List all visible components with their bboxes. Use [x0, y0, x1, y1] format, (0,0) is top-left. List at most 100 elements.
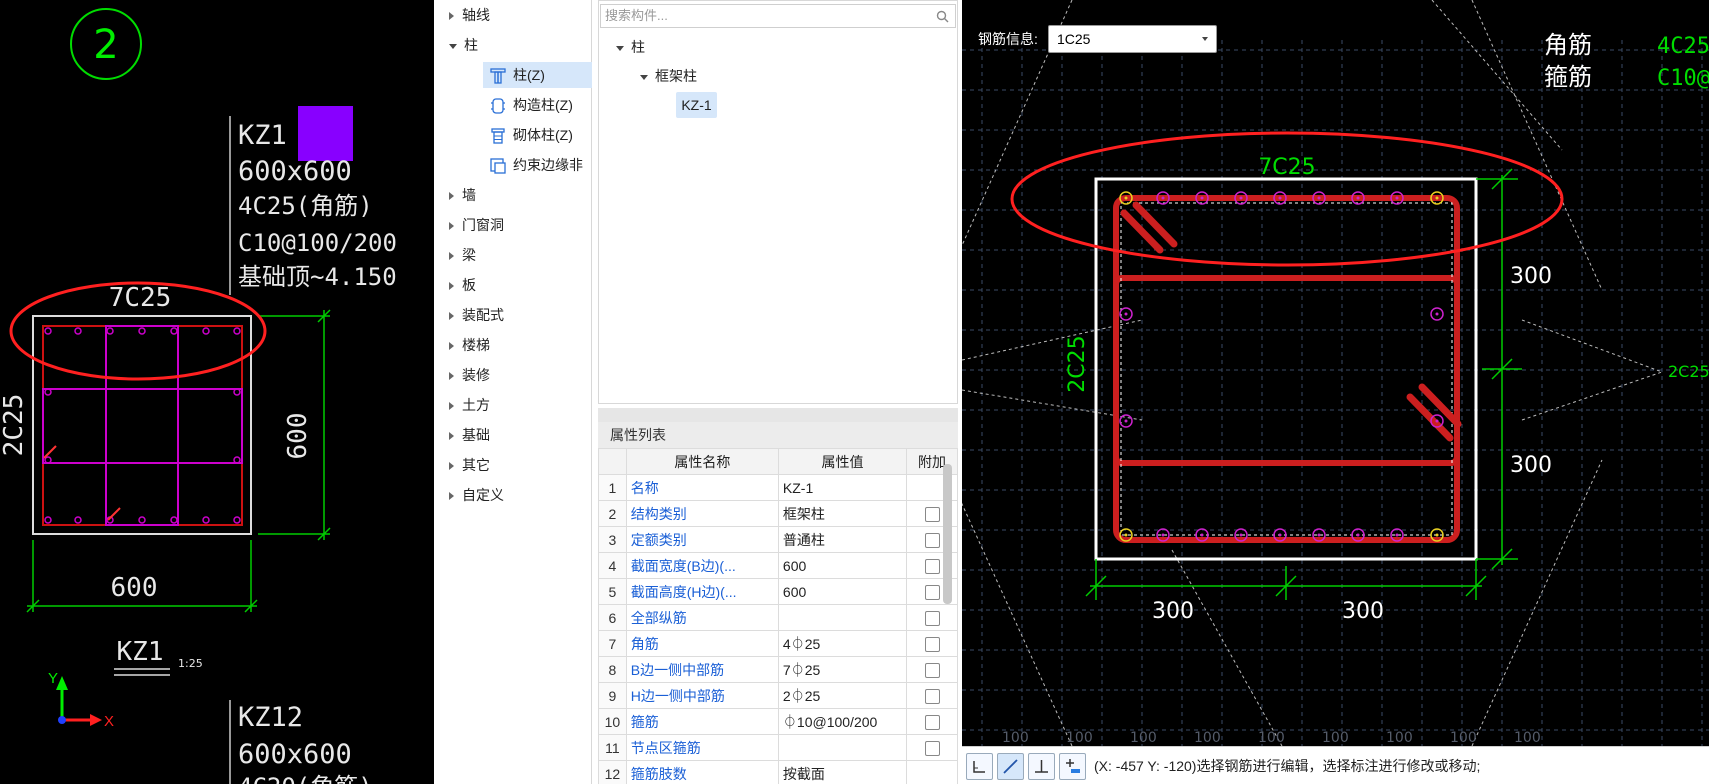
expand-icon[interactable]: [449, 282, 454, 291]
property-value[interactable]: 按截面: [777, 760, 908, 784]
nav-item-2[interactable]: 墙: [449, 184, 476, 206]
property-value[interactable]: 600: [777, 552, 908, 579]
extra-checkbox[interactable]: [924, 558, 940, 574]
property-value[interactable]: 框架柱: [777, 500, 908, 527]
property-row[interactable]: 1 名称 KZ-1: [598, 474, 958, 501]
expand-icon[interactable]: [449, 462, 454, 471]
property-value[interactable]: ⏀10@100/200: [777, 708, 908, 735]
nav-sub-item-1[interactable]: 构造柱(Z): [483, 92, 573, 118]
legend-stirrup-value: C10@: [1657, 66, 1709, 91]
row-number: 6: [598, 604, 627, 631]
nav-sub-item-0[interactable]: 柱(Z): [483, 62, 592, 88]
property-value[interactable]: [777, 604, 908, 631]
nav-item-7[interactable]: 楼梯: [449, 334, 490, 356]
extra-cell: [906, 656, 958, 683]
extra-checkbox[interactable]: [924, 584, 940, 600]
nav-item-9[interactable]: 土方: [449, 394, 490, 416]
status-text: (X: -457 Y: -120)选择钢筋进行编辑，选择标注进行修改或移动;: [1094, 758, 1481, 774]
property-value[interactable]: 4⏀25: [777, 630, 908, 657]
property-row[interactable]: 10 箍筋 ⏀10@100/200: [598, 708, 958, 735]
property-value[interactable]: 2⏀25: [777, 682, 908, 709]
extra-checkbox[interactable]: [924, 740, 940, 756]
property-row[interactable]: 3 定额类别 普通柱: [598, 526, 958, 553]
cad-top-label: 7C25: [109, 283, 172, 313]
add-dimension-button[interactable]: [1059, 753, 1086, 780]
rebar-center: [1124, 196, 1128, 200]
cad-rebar-dot: [202, 327, 210, 335]
property-row[interactable]: 11 节点区箍筋: [598, 734, 958, 761]
rebar-canvas: 300 300 300 300 7C25 2C25 2C25 角筋 箍筋 4C2…: [962, 0, 1709, 746]
expand-icon[interactable]: [449, 192, 454, 201]
nav-item-4[interactable]: 梁: [449, 244, 476, 266]
nav-item-10[interactable]: 基础: [449, 424, 490, 446]
kz12-size: 600x600: [238, 739, 352, 770]
rebar-center: [1278, 196, 1282, 200]
property-value[interactable]: KZ-1: [777, 474, 908, 501]
extra-checkbox[interactable]: [924, 714, 940, 730]
orthogonal-tool-button[interactable]: [966, 753, 993, 780]
expand-icon[interactable]: [449, 402, 454, 411]
cad-rebar-dot: [44, 516, 52, 524]
tree-node-column-label: 柱: [631, 39, 645, 55]
extra-checkbox[interactable]: [924, 506, 940, 522]
search-icon[interactable]: [936, 10, 949, 23]
property-row[interactable]: 12 箍筋肢数 按截面: [598, 760, 958, 784]
expand-icon[interactable]: [449, 492, 454, 501]
nav-item-8[interactable]: 装修: [449, 364, 490, 386]
nav-sub-item-2[interactable]: 砌体柱(Z): [483, 122, 573, 148]
tree-node-frame-column[interactable]: 框架柱: [640, 66, 697, 86]
property-row[interactable]: 7 角筋 4⏀25: [598, 630, 958, 657]
panel-splitter[interactable]: [598, 408, 958, 422]
expand-icon[interactable]: [449, 252, 454, 261]
nav-item-5[interactable]: 板: [449, 274, 476, 296]
cad-drawing-panel[interactable]: 2 KZ1 600x600 4C25(角筋) C10@100/200 基础顶~4…: [0, 0, 434, 784]
rebar-info-value: 1C25: [1057, 31, 1091, 47]
nav-item-1[interactable]: 柱: [449, 34, 478, 56]
tree-item-kz-1[interactable]: KZ-1: [676, 92, 717, 118]
expand-icon[interactable]: [449, 312, 454, 321]
extra-checkbox[interactable]: [924, 688, 940, 704]
property-row[interactable]: 6 全部纵筋: [598, 604, 958, 631]
property-row[interactable]: 2 结构类别 框架柱: [598, 500, 958, 527]
perpendicular-tool-button[interactable]: [1028, 753, 1055, 780]
property-row[interactable]: 5 截面高度(H边)(... 600: [598, 578, 958, 605]
rebar-center: [1278, 533, 1282, 537]
property-value[interactable]: 7⏀25: [777, 656, 908, 683]
property-row[interactable]: 8 B边一侧中部筋 7⏀25: [598, 656, 958, 683]
property-scrollbar[interactable]: [943, 464, 952, 604]
rebar-center: [1161, 196, 1165, 200]
extra-checkbox[interactable]: [924, 662, 940, 678]
nav-item-6[interactable]: 装配式: [449, 304, 504, 326]
rebar-edit-view[interactable]: 300 300 300 300 7C25 2C25 2C25 角筋 箍筋 4C2…: [962, 0, 1709, 746]
cad-rebar-dot: [106, 327, 114, 335]
nav-sub-item-3[interactable]: 约束边缘非: [483, 152, 583, 178]
property-value[interactable]: 普通柱: [777, 526, 908, 553]
tree-node-column[interactable]: 柱: [616, 37, 645, 57]
expand-icon[interactable]: [449, 372, 454, 381]
collapse-icon[interactable]: [449, 43, 457, 49]
expand-icon[interactable]: [640, 74, 648, 80]
property-panel-title: 属性列表: [598, 422, 958, 448]
dim-bottom-1: 300: [1152, 599, 1194, 624]
expand-icon[interactable]: [449, 222, 454, 231]
extra-checkbox[interactable]: [924, 636, 940, 652]
nav-item-12[interactable]: 自定义: [449, 484, 504, 506]
expand-icon[interactable]: [449, 12, 454, 21]
expand-icon[interactable]: [616, 45, 624, 51]
nav-item-label: 装配式: [462, 307, 504, 323]
nav-item-3[interactable]: 门窗洞: [449, 214, 504, 236]
line-tool-button[interactable]: [997, 753, 1024, 780]
extra-checkbox[interactable]: [924, 532, 940, 548]
top-rebar-label: 7C25: [1258, 155, 1315, 180]
rebar-info-select[interactable]: 1C25: [1048, 25, 1217, 53]
search-input[interactable]: 搜索构件...: [600, 4, 956, 28]
expand-icon[interactable]: [449, 432, 454, 441]
nav-item-0[interactable]: 轴线: [449, 4, 490, 26]
nav-item-11[interactable]: 其它: [449, 454, 490, 476]
extra-checkbox[interactable]: [924, 610, 940, 626]
property-value[interactable]: 600: [777, 578, 908, 605]
expand-icon[interactable]: [449, 342, 454, 351]
property-row[interactable]: 9 H边一侧中部筋 2⏀25: [598, 682, 958, 709]
property-value[interactable]: [777, 734, 908, 761]
property-row[interactable]: 4 截面宽度(B边)(... 600: [598, 552, 958, 579]
